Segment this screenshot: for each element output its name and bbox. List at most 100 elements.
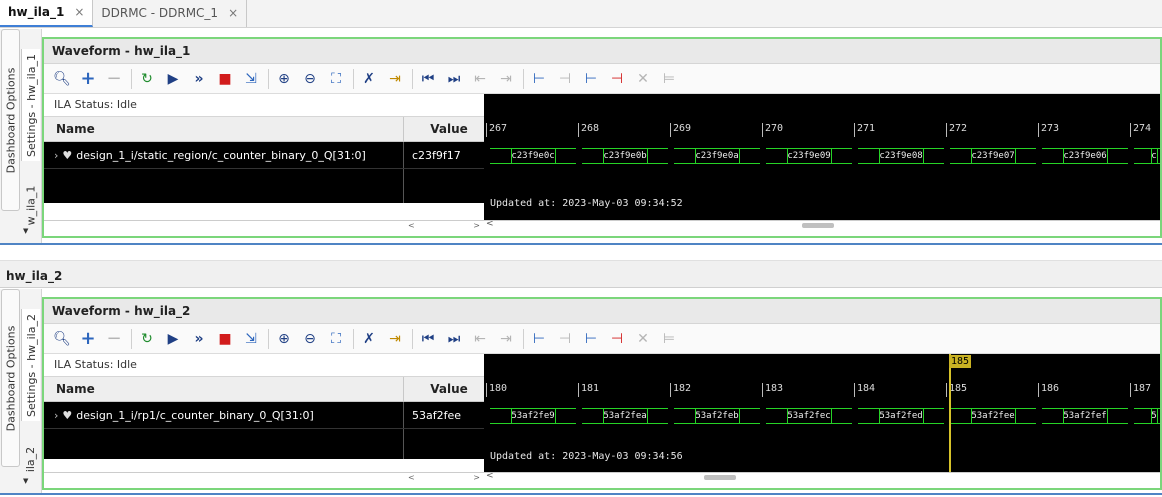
minus-icon[interactable]: − [102,327,126,351]
minus-icon[interactable]: − [102,67,126,91]
tab-settings-hw-ila-1[interactable]: Settings - hw_ila_1 [21,49,40,161]
signal-row[interactable]: › ♥ design_1_i/rp1/c_counter_binary_0_Q[31… [44,402,484,429]
waveform-scrollbar[interactable]: < [484,219,1160,230]
scroll-down-icon[interactable]: ▼ [23,477,28,485]
swap-cursor-icon[interactable]: ⊨ [657,327,681,351]
cursor-label[interactable]: 185 [949,355,972,368]
zoom-out-icon[interactable]: ⊖ [298,327,322,351]
signal-list-header: Name Value [44,117,484,142]
tick-label: 184 [854,383,875,397]
scroll-down-icon[interactable]: ▼ [23,227,28,235]
close-icon[interactable]: × [74,5,84,19]
tab-ddrmc[interactable]: DDRMC - DDRMC_1 × [93,0,248,27]
next-marker-icon[interactable]: ⊢ [579,327,603,351]
waveform-panel: Waveform - hw_ila_2 🔍︎ + − ↻ ▶ » ■ ⇲ ⊕ ⊖… [42,297,1162,490]
run-trigger-immediate-icon[interactable]: ↻ [135,327,159,351]
tab-dashboard-options[interactable]: Dashboard Options [1,29,20,211]
export-icon[interactable]: ⇲ [239,67,263,91]
remove-marker-icon[interactable]: ⊣ [605,327,629,351]
signal-name: design_1_i/static_region/c_counter_binar… [76,149,366,162]
scroll-left-icon[interactable]: < [486,219,494,229]
go-first-icon[interactable]: ⏮ [416,67,440,91]
waveform-toolbar: 🔍︎ + − ↻ ▶ » ■ ⇲ ⊕ ⊖ ⛶ ✗ ⇥ ⏮ ⏭ ⇤ ⇥ ⊢ ⊣ ⊢… [44,64,1160,94]
signal-scrollbar[interactable]: < > [44,472,484,482]
signal-list-header: Name Value [44,377,484,402]
chevron-right-icon[interactable]: › [54,409,58,422]
scroll-left-icon[interactable]: < [408,473,415,482]
signal-scrollbar[interactable]: < > [44,220,484,230]
waveform-display[interactable]: 267 268 269 270 271 272 273 274 c23f9e0c… [484,94,1160,230]
go-first-icon[interactable]: ⏮ [416,327,440,351]
next-marker-icon[interactable]: ⊢ [579,67,603,91]
value-column-header[interactable]: Value [404,117,484,141]
tab-settings-hw-ila-2[interactable]: Settings - hw_ila_2 [21,309,40,421]
add-marker-icon[interactable]: ⇥ [383,327,407,351]
search-icon[interactable]: 🔍︎ [50,327,74,351]
bus-segment: c23f9e0a [674,148,760,164]
signal-row[interactable]: › ♥ design_1_i/static_region/c_counter_bin… [44,142,484,169]
prev-marker-icon[interactable]: ⊣ [553,327,577,351]
zoom-fit-icon[interactable]: ⛶ [324,327,348,351]
remove-cursor-icon[interactable]: ✗ [357,67,381,91]
updated-timestamp: Updated at: 2023-May-03 09:34:52 [490,198,683,209]
tab-label: Dashboard Options [4,325,17,431]
scroll-left-icon[interactable]: < [408,221,415,230]
run-trigger-immediate-icon[interactable]: ↻ [135,67,159,91]
bus-segment: 53af2fe9 [490,408,576,424]
prev-transition-icon[interactable]: ⇤ [468,327,492,351]
scroll-right-icon[interactable]: > [473,221,480,230]
swap-cursor-icon[interactable]: ⊨ [657,67,681,91]
scrollbar-thumb[interactable] [802,223,834,228]
zoom-in-icon[interactable]: ⊕ [272,327,296,351]
run-trigger-icon[interactable]: ▶ [161,327,185,351]
add-marker-icon[interactable]: ⊢ [527,327,551,351]
prev-marker-icon[interactable]: ⊣ [553,67,577,91]
tab-dashboard-options[interactable]: Dashboard Options [1,289,20,467]
tick-label: 182 [670,383,691,397]
tab-label: w_ila_1 [24,185,38,225]
chevron-right-icon[interactable]: › [54,149,58,162]
scroll-right-icon[interactable]: > [473,473,480,482]
go-last-icon[interactable]: ⏭ [442,327,466,351]
bus-icon: ♥ [62,149,73,162]
prev-transition-icon[interactable]: ⇤ [468,67,492,91]
waveform-scrollbar[interactable]: < [484,471,1160,482]
tab-settings-short[interactable]: ila_2 [21,437,40,481]
close-icon[interactable]: × [228,6,238,20]
add-marker-icon[interactable]: ⊢ [527,67,551,91]
scrollbar-thumb[interactable] [704,475,736,480]
tick-label: 180 [486,383,507,397]
search-icon[interactable]: 🔍︎ [50,67,74,91]
export-icon[interactable]: ⇲ [239,327,263,351]
trigger-cursor[interactable] [949,354,951,480]
run-trigger-icon[interactable]: ▶ [161,67,185,91]
auto-rearm-icon[interactable]: » [187,67,211,91]
tick-label: 181 [578,383,599,397]
stop-icon[interactable]: ■ [213,327,237,351]
auto-rearm-icon[interactable]: » [187,327,211,351]
zoom-out-icon[interactable]: ⊖ [298,67,322,91]
remove-cursor-icon[interactable]: ✗ [357,327,381,351]
name-column-header[interactable]: Name [44,117,404,141]
go-last-icon[interactable]: ⏭ [442,67,466,91]
plus-icon[interactable]: + [76,327,100,351]
remove-marker-icon[interactable]: ⊣ [605,67,629,91]
stop-icon[interactable]: ■ [213,67,237,91]
side-tabs: Dashboard Options Settings - hw_ila_1 w_… [0,29,42,243]
zoom-fit-icon[interactable]: ⛶ [324,67,348,91]
tab-settings-short[interactable]: w_ila_1 [21,177,40,233]
zoom-in-icon[interactable]: ⊕ [272,67,296,91]
next-transition-icon[interactable]: ⇥ [494,67,518,91]
value-column-header[interactable]: Value [404,377,484,401]
delete-icon[interactable]: ✕ [631,327,655,351]
scroll-left-icon[interactable]: < [486,471,494,481]
add-marker-icon[interactable]: ⇥ [383,67,407,91]
bus-icon: ♥ [62,409,73,422]
name-column-header[interactable]: Name [44,377,404,401]
tab-hw-ila-1[interactable]: hw_ila_1 × [0,0,94,27]
next-transition-icon[interactable]: ⇥ [494,327,518,351]
waveform-display[interactable]: 180 181 182 183 184 185 186 187 53af2fe9… [484,354,1160,482]
plus-icon[interactable]: + [76,67,100,91]
delete-icon[interactable]: ✕ [631,67,655,91]
bus-waveform: 53af2fe9 53af2fea 53af2feb 53af2fec 53af… [484,403,1160,429]
